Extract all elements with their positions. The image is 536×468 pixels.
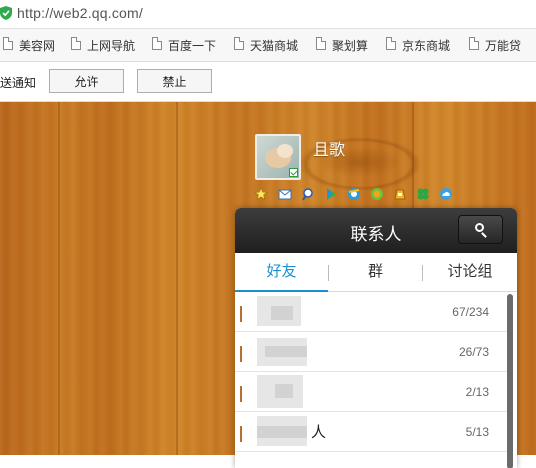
- deny-button[interactable]: 禁止: [137, 69, 212, 93]
- page-icon: [3, 37, 13, 50]
- tab-groups[interactable]: 群: [329, 253, 422, 291]
- allow-button[interactable]: 允许: [49, 69, 124, 93]
- secure-shield-icon: [0, 6, 12, 20]
- redacted-name: [271, 306, 293, 320]
- page-icon: [469, 37, 479, 50]
- contact-group-row[interactable]: 人 5/13: [235, 412, 507, 452]
- avatar[interactable]: [255, 134, 301, 180]
- page-icon: [316, 37, 326, 50]
- page-icon: [152, 37, 162, 50]
- wood-seam: [58, 102, 60, 455]
- redacted-name: [257, 426, 307, 438]
- star-icon[interactable]: [254, 187, 268, 201]
- page-icon: [386, 37, 396, 50]
- page-icon: [234, 37, 244, 50]
- contact-group-row[interactable]: 2/13: [235, 372, 507, 412]
- play-icon[interactable]: [324, 187, 338, 201]
- browser-icon[interactable]: [347, 187, 361, 201]
- expand-marker: [240, 386, 242, 402]
- mail-icon[interactable]: [278, 187, 292, 201]
- url-text[interactable]: http://web2.qq.com/: [17, 5, 143, 21]
- contact-group-row[interactable]: 26/73: [235, 332, 507, 372]
- tab-discussions[interactable]: 讨论组: [423, 253, 517, 291]
- wallet-icon[interactable]: [370, 187, 384, 201]
- contacts-tabs: 好友 群 讨论组: [235, 253, 517, 292]
- wood-seam: [176, 102, 178, 455]
- nickname[interactable]: 且歌: [313, 136, 345, 160]
- expand-marker: [240, 426, 242, 442]
- search-app-icon[interactable]: [301, 187, 315, 201]
- contacts-panel: 联系人 好友 群 讨论组 67/234 26/73 2/13 人 5/13: [235, 208, 517, 468]
- contacts-panel-header: 联系人: [235, 208, 517, 253]
- search-icon: [475, 223, 484, 232]
- clover-icon[interactable]: [416, 187, 430, 201]
- expand-marker: [240, 346, 242, 362]
- group-online-count: 5/13: [465, 425, 489, 439]
- contacts-search-button[interactable]: [458, 215, 503, 244]
- coin-bag-icon[interactable]: [393, 187, 407, 201]
- cloud-icon[interactable]: [439, 187, 453, 201]
- bookmarks-bar: 美容网 上网导航 百度一下 天猫商城 聚划算 京东商城 万能贷: [0, 29, 536, 62]
- group-name: 人: [311, 424, 327, 441]
- notification-bar: 送通知 允许 禁止: [0, 62, 536, 102]
- group-online-count: 2/13: [465, 385, 489, 399]
- contact-group-row[interactable]: 67/234: [235, 292, 507, 332]
- notification-text: 送通知: [0, 76, 37, 90]
- expand-marker: [240, 306, 242, 322]
- address-bar[interactable]: http://web2.qq.com/: [0, 0, 536, 29]
- contacts-scrollbar[interactable]: [507, 294, 513, 468]
- page-icon: [71, 37, 81, 50]
- avatar-image: [277, 144, 293, 158]
- group-online-count: 67/234: [452, 305, 489, 319]
- redacted-name: [275, 384, 293, 398]
- redacted-name: [265, 346, 307, 357]
- group-online-count: 26/73: [458, 345, 489, 359]
- search-icon: [481, 232, 487, 238]
- tab-friends[interactable]: 好友: [235, 253, 328, 292]
- online-status-icon: [289, 168, 298, 177]
